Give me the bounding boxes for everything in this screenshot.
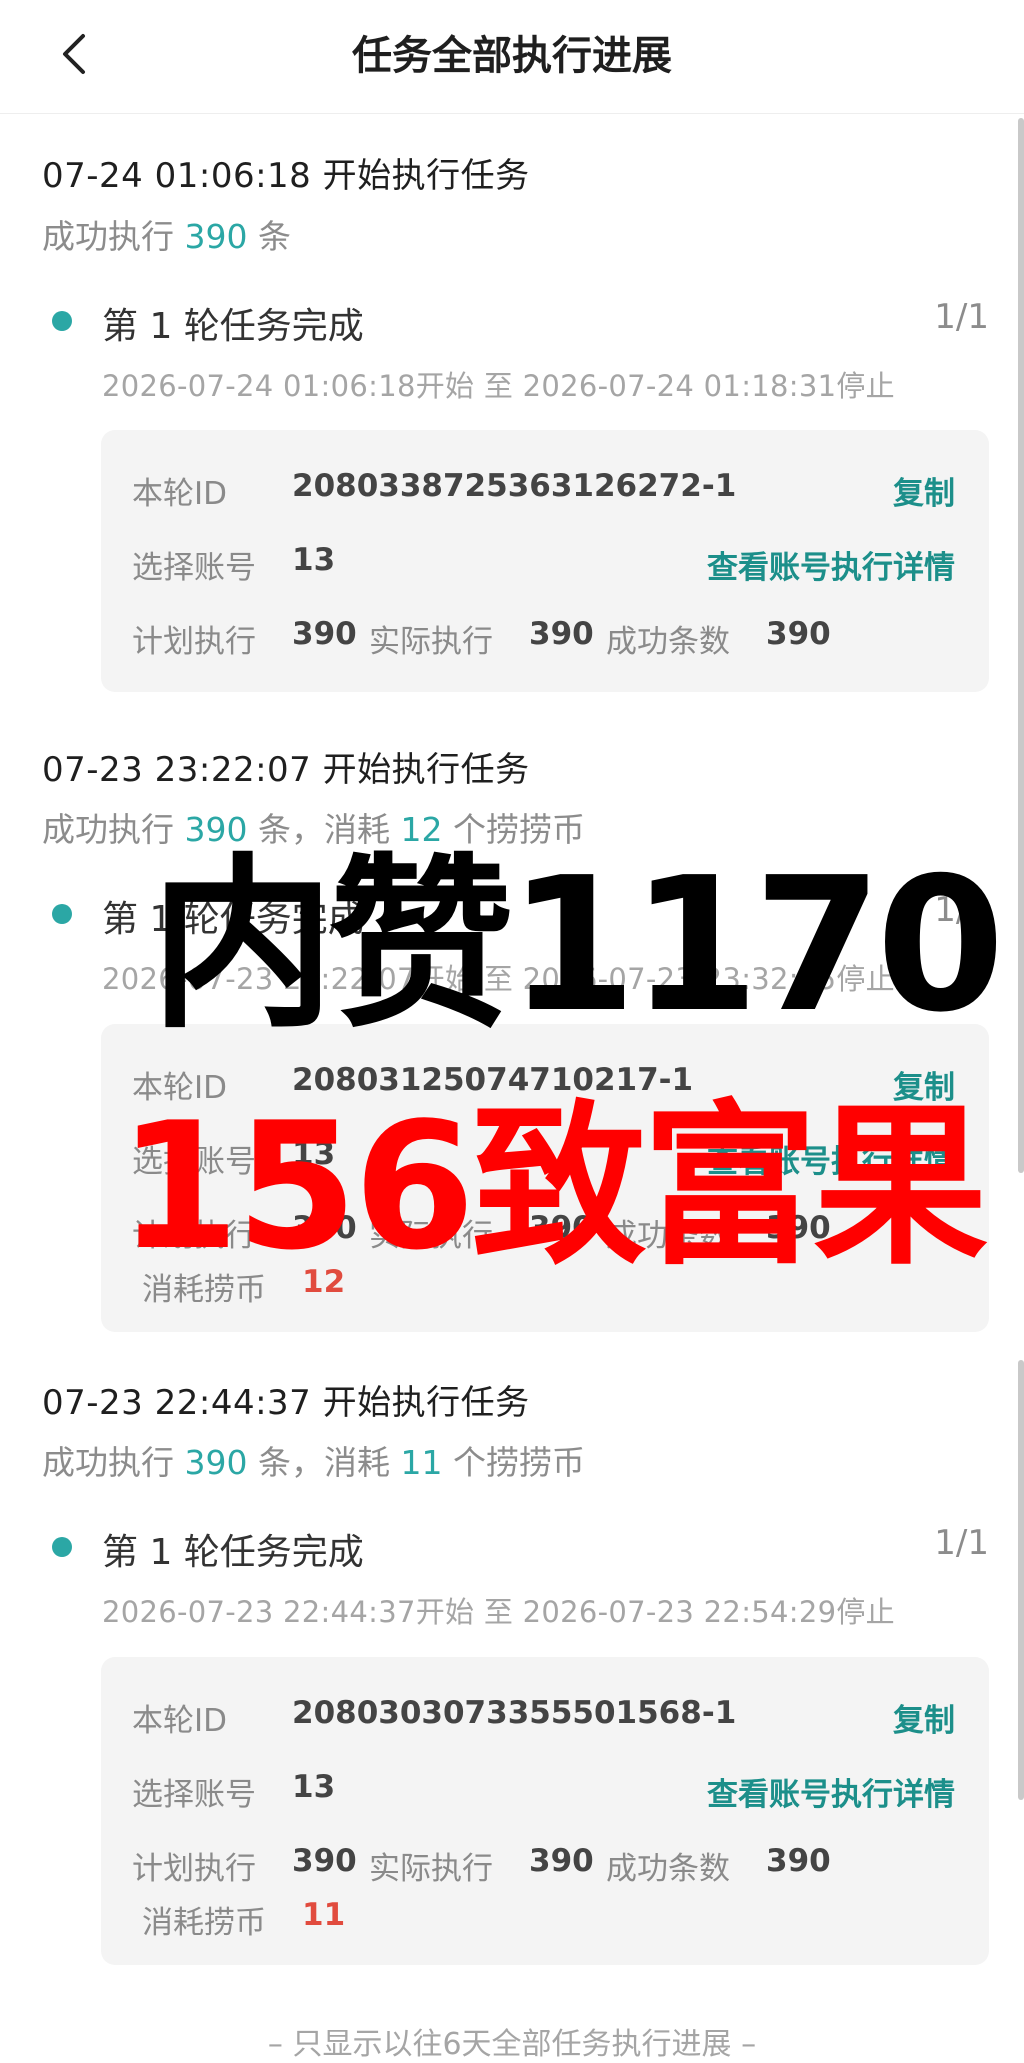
view-account-detail-link[interactable]: 查看账号执行详情 [707, 542, 955, 587]
cost-row: 消耗捞币 11 [142, 1897, 346, 1941]
overlay-text-line2: 156致富果 [118, 1086, 988, 1289]
page-title: 任务全部执行进展 [352, 33, 672, 79]
top-bar: 任务全部执行进展 [0, 0, 1024, 114]
view-account-detail-link[interactable]: 查看账号执行详情 [707, 1769, 955, 1814]
round-id-value: 2080303073355501568-1 [292, 1695, 737, 1731]
scrollbar[interactable] [1018, 118, 1024, 1173]
round-title: 第 1 轮任务完成 [102, 1532, 364, 1573]
round-count: 1/1 [934, 1523, 989, 1563]
overlay-text-line1: 内赞1170 [150, 837, 1005, 1053]
run-start-time: 07-24 01:06:18 开始执行任务 [42, 156, 530, 196]
round-time-range: 2026-07-24 01:06:18开始 至 2026-07-24 01:18… [102, 369, 895, 403]
stats-row: 计划执行 390 实际执行 390 成功条数 390 [132, 1843, 831, 1887]
account-row: 选择账号 13 查看账号执行详情 [132, 1769, 955, 1814]
status-dot [52, 1537, 72, 1557]
scrollbar-secondary[interactable] [1018, 1360, 1024, 1800]
footer-note: – 只显示以往6天全部任务执行进展 – [267, 2027, 757, 2062]
account-row: 选择账号 13 查看账号执行详情 [132, 542, 955, 587]
run-summary: 成功执行 390 条，消耗 11 个捞捞币 [42, 1443, 585, 1482]
copy-button[interactable]: 复制 [893, 468, 955, 513]
round-title: 第 1 轮任务完成 [102, 306, 364, 347]
stats-row: 计划执行 390 实际执行 390 成功条数 390 [132, 616, 831, 660]
round-detail-card: 本轮ID 2080338725363126272-1 复制 选择账号 13 查看… [101, 430, 989, 692]
run-summary: 成功执行 390 条 [42, 217, 291, 256]
run-start-time: 07-23 23:22:07 开始执行任务 [42, 750, 530, 790]
round-time-range: 2026-07-23 22:44:37开始 至 2026-07-23 22:54… [102, 1595, 895, 1629]
round-detail-card: 本轮ID 2080303073355501568-1 复制 选择账号 13 查看… [101, 1657, 989, 1965]
round-id-row: 本轮ID 2080303073355501568-1 复制 [132, 1695, 955, 1740]
copy-button[interactable]: 复制 [893, 1695, 955, 1740]
round-id-value: 2080338725363126272-1 [292, 468, 737, 504]
round-id-row: 本轮ID 2080338725363126272-1 复制 [132, 468, 955, 513]
round-count: 1/1 [934, 297, 989, 337]
status-dot [52, 904, 72, 924]
status-dot [52, 311, 72, 331]
run-start-time: 07-23 22:44:37 开始执行任务 [42, 1383, 530, 1423]
